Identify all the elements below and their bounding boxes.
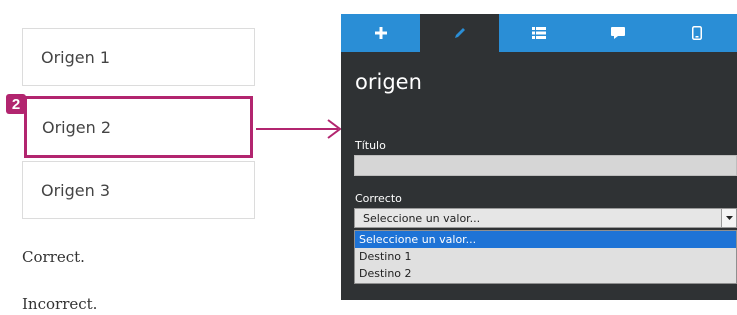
editor-panel: origen Título Correcto Seleccione un val… — [341, 14, 737, 300]
origin-label: Origen 2 — [42, 117, 112, 137]
editor-tabbar — [341, 14, 737, 52]
pointer-arrow-icon — [256, 119, 342, 139]
tab-list[interactable] — [499, 14, 578, 52]
comment-icon — [611, 27, 626, 39]
select-option[interactable]: Destino 1 — [355, 248, 736, 265]
step-badge: 2 — [6, 94, 26, 114]
tab-mobile[interactable] — [658, 14, 737, 52]
titulo-label: Título — [355, 139, 386, 152]
chevron-down-icon[interactable] — [721, 209, 736, 227]
feedback-incorrect: Incorrect. — [22, 295, 98, 313]
tab-edit[interactable] — [420, 14, 500, 52]
select-option[interactable]: Seleccione un valor... — [355, 231, 736, 248]
titulo-field[interactable] — [354, 155, 737, 176]
origin-item-3[interactable]: Origen 3 — [22, 161, 255, 219]
select-value: Seleccione un valor... — [363, 211, 481, 225]
mobile-icon — [692, 26, 703, 40]
select-option[interactable]: Destino 2 — [355, 265, 736, 282]
origin-label: Origen 3 — [41, 180, 111, 200]
origin-label: Origen 1 — [41, 47, 111, 67]
pencil-icon — [454, 28, 465, 38]
origin-item-2-selected[interactable]: Origen 2 — [24, 96, 253, 158]
select-dropdown: Seleccione un valor... Destino 1 Destino… — [354, 230, 737, 284]
plus-icon — [374, 27, 387, 39]
tab-add[interactable] — [341, 14, 420, 52]
correcto-select[interactable]: Seleccione un valor... — [354, 208, 737, 228]
panel-title: origen — [355, 70, 422, 94]
correcto-label: Correcto — [355, 192, 402, 205]
origin-item-1[interactable]: Origen 1 — [22, 28, 255, 86]
feedback-correct: Correct. — [22, 248, 85, 266]
tab-feedback[interactable] — [579, 14, 658, 52]
list-icon — [532, 27, 546, 39]
